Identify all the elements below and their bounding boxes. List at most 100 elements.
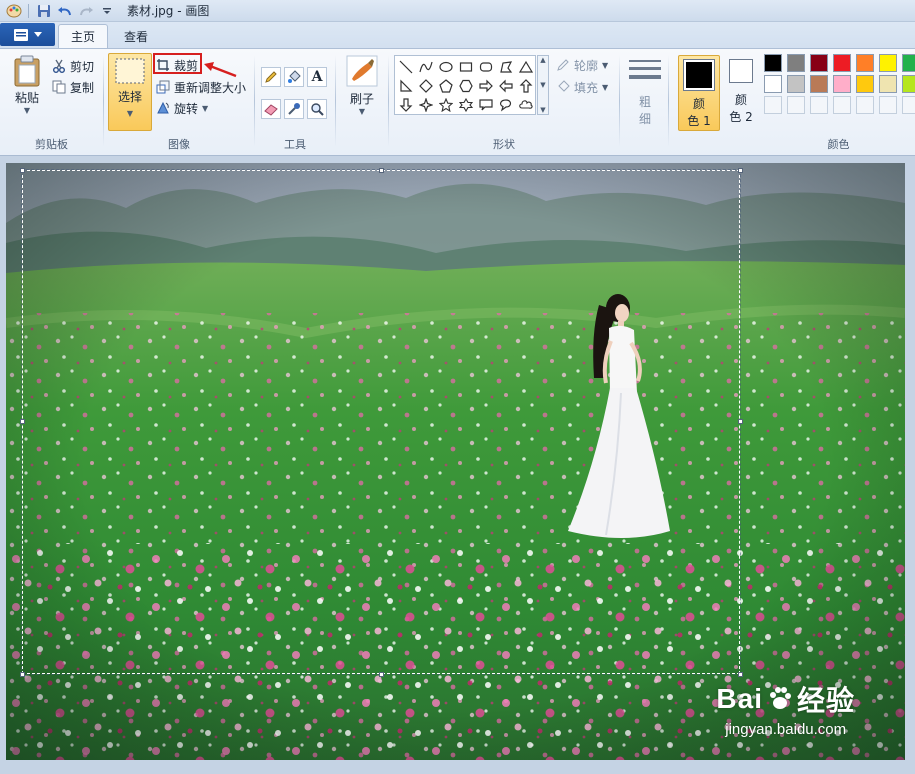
fill-dropdown-icon[interactable]: ▼: [602, 83, 608, 92]
five-point-star-shape-icon[interactable]: [436, 95, 455, 114]
right-arrow-shape-icon[interactable]: [476, 76, 495, 95]
size-button[interactable]: 粗 细: [626, 57, 664, 127]
paste-dropdown-icon[interactable]: ▼: [24, 106, 30, 115]
pentagon-shape-icon[interactable]: [436, 76, 455, 95]
watermark-logo: Bai 经验: [716, 679, 855, 719]
eraser-icon[interactable]: [261, 99, 281, 119]
selection-handle-top-left[interactable]: [20, 168, 25, 173]
selection-rectangle[interactable]: [21, 169, 741, 675]
tab-view[interactable]: 查看: [112, 24, 160, 48]
text-tool-icon[interactable]: A: [307, 67, 327, 87]
palette-swatch[interactable]: [902, 54, 915, 72]
rectangle-shape-icon[interactable]: [456, 57, 475, 76]
palette-swatch[interactable]: [833, 54, 851, 72]
selection-handle-top[interactable]: [379, 168, 384, 173]
hexagon-shape-icon[interactable]: [456, 76, 475, 95]
watermark-url: jingyan.baidu.com: [725, 721, 847, 738]
palette-swatch[interactable]: [764, 54, 782, 72]
quick-access-dropdown-icon[interactable]: [98, 2, 116, 20]
chevron-down-icon: [33, 31, 42, 37]
paint-app-icon[interactable]: [6, 3, 22, 19]
color1-swatch-frame: [683, 59, 715, 91]
color2-button[interactable]: 颜 色 2: [722, 59, 760, 125]
palette-swatch[interactable]: [787, 54, 805, 72]
canvas-area[interactable]: Bai 经验 jingyan.baidu.com: [0, 156, 915, 774]
select-dropdown-icon[interactable]: ▼: [127, 109, 133, 118]
palette-custom-slot[interactable]: [856, 96, 874, 114]
paste-button[interactable]: 粘贴 ▼: [8, 55, 46, 115]
up-arrow-shape-icon[interactable]: [516, 76, 535, 95]
resize-button[interactable]: 重新调整大小: [156, 77, 246, 97]
scroll-down-icon[interactable]: ▼: [540, 81, 545, 89]
selection-handle-bottom-left[interactable]: [20, 672, 25, 677]
copy-icon: [52, 80, 66, 94]
pencil-icon[interactable]: [261, 67, 281, 87]
selection-handle-bottom-right[interactable]: [738, 672, 743, 677]
oval-shape-icon[interactable]: [436, 57, 455, 76]
copy-button[interactable]: 复制: [52, 77, 94, 97]
palette-custom-slot[interactable]: [787, 96, 805, 114]
image-group-label: 图像: [168, 138, 190, 151]
fill-button[interactable]: 填充 ▼: [556, 77, 608, 97]
selection-handle-top-right[interactable]: [738, 168, 743, 173]
brush-button[interactable]: 刷子 ▼: [342, 55, 382, 116]
group-separator: [619, 55, 620, 147]
gallery-expand-icon[interactable]: ▼: [540, 106, 545, 114]
triangle-shape-icon[interactable]: [516, 57, 535, 76]
palette-swatch[interactable]: [764, 75, 782, 93]
palette-swatch[interactable]: [787, 75, 805, 93]
baidu-watermark: Bai 经验 jingyan.baidu.com: [716, 679, 855, 738]
color2-label-line2: 色 2: [729, 110, 753, 124]
right-triangle-shape-icon[interactable]: [396, 76, 415, 95]
cloud-callout-shape-icon[interactable]: [516, 95, 535, 114]
cut-button[interactable]: 剪切: [52, 56, 94, 76]
rounded-rectangle-shape-icon[interactable]: [476, 57, 495, 76]
left-arrow-shape-icon[interactable]: [496, 76, 515, 95]
rotate-button[interactable]: 旋转 ▼: [156, 98, 208, 118]
oval-callout-shape-icon[interactable]: [496, 95, 515, 114]
selection-handle-right[interactable]: [738, 419, 743, 424]
shapes-scrollbar[interactable]: ▲ ▼ ▼: [537, 55, 549, 115]
palette-swatch[interactable]: [810, 54, 828, 72]
palette-swatch[interactable]: [833, 75, 851, 93]
palette-swatch[interactable]: [879, 54, 897, 72]
select-button[interactable]: 选择 ▼: [108, 53, 152, 131]
six-point-star-shape-icon[interactable]: [456, 95, 475, 114]
magnifier-icon[interactable]: [307, 99, 327, 119]
palette-swatch[interactable]: [902, 75, 915, 93]
outline-pencil-icon: [557, 59, 569, 71]
undo-icon[interactable]: [56, 2, 74, 20]
palette-swatch[interactable]: [856, 75, 874, 93]
curve-shape-icon[interactable]: [416, 57, 435, 76]
palette-custom-slot[interactable]: [764, 96, 782, 114]
outline-button[interactable]: 轮廓 ▼: [556, 55, 608, 75]
palette-custom-slot[interactable]: [833, 96, 851, 114]
tab-home[interactable]: 主页: [58, 24, 109, 48]
rect-callout-shape-icon[interactable]: [476, 95, 495, 114]
diamond-shape-icon[interactable]: [416, 76, 435, 95]
palette-swatch[interactable]: [879, 75, 897, 93]
annotation-arrow-icon: [204, 62, 237, 78]
color1-button[interactable]: 颜 色 1: [678, 55, 720, 131]
four-point-star-shape-icon[interactable]: [416, 95, 435, 114]
photo-canvas[interactable]: Bai 经验 jingyan.baidu.com: [6, 163, 905, 760]
file-menu-button[interactable]: [0, 23, 55, 46]
save-icon[interactable]: [35, 2, 53, 20]
polygon-shape-icon[interactable]: [496, 57, 515, 76]
fill-bucket-icon[interactable]: [284, 67, 304, 87]
outline-dropdown-icon[interactable]: ▼: [602, 61, 608, 70]
selection-handle-left[interactable]: [20, 419, 25, 424]
redo-icon[interactable]: [77, 2, 95, 20]
color-picker-icon[interactable]: [284, 99, 304, 119]
palette-custom-slot[interactable]: [879, 96, 897, 114]
brush-dropdown-icon[interactable]: ▼: [359, 107, 365, 116]
scroll-up-icon[interactable]: ▲: [540, 56, 545, 64]
palette-custom-slot[interactable]: [810, 96, 828, 114]
palette-swatch[interactable]: [810, 75, 828, 93]
line-shape-icon[interactable]: [396, 57, 415, 76]
down-arrow-shape-icon[interactable]: [396, 95, 415, 114]
palette-custom-slot[interactable]: [902, 96, 915, 114]
palette-swatch[interactable]: [856, 54, 874, 72]
rotate-dropdown-icon[interactable]: ▼: [202, 104, 208, 113]
selection-handle-bottom[interactable]: [379, 672, 384, 677]
